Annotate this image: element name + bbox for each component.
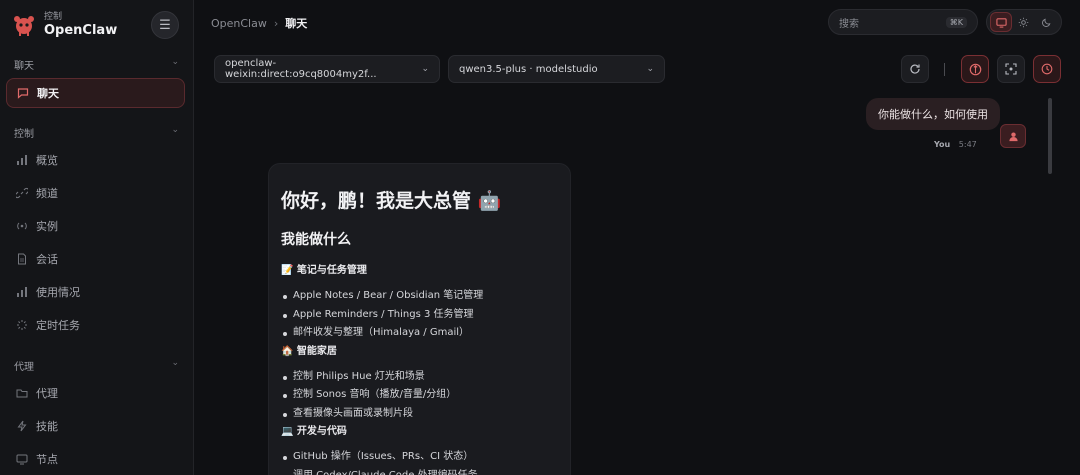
- sidebar-item-instances[interactable]: 实例: [6, 211, 185, 241]
- user-message-bubble: 你能做什么，如何使用: [866, 98, 1000, 130]
- sidebar-section-chat[interactable]: 聊天 ⌄: [14, 57, 179, 72]
- search-shortcut: ⌘K: [945, 16, 967, 28]
- link-icon: [16, 187, 28, 199]
- loader-icon: [16, 319, 28, 331]
- list-item: 调用 Codex/Claude Code 处理编码任务: [281, 467, 558, 475]
- assistant-message-card: 你好，鹏！我是大总管 🤖 我能做什么 📝 笔记与任务管理 Apple Notes…: [268, 163, 571, 475]
- list-item: 邮件收发与整理（Himalaya / Gmail）: [281, 324, 558, 343]
- reply-group-heading: 🏠 智能家居: [281, 345, 337, 357]
- history-button[interactable]: [1033, 55, 1061, 83]
- reply-list: 控制 Philips Hue 灯光和场景 控制 Sonos 音响（播放/音量/分…: [281, 368, 558, 424]
- hamburger-icon: ☰: [159, 17, 171, 33]
- folder-icon: [16, 387, 28, 399]
- breadcrumb-root[interactable]: OpenClaw: [211, 17, 267, 30]
- list-item: GitHub 操作（Issues、PRs、CI 状态）: [281, 448, 558, 467]
- search-placeholder: 搜索: [839, 18, 859, 30]
- user-message-text: 你能做什么，如何使用: [878, 108, 988, 121]
- session-select-value: openclaw-weixin:direct:o9cq8004my2f...: [225, 58, 377, 80]
- list-item: 查看摄像头画面或录制片段: [281, 405, 558, 424]
- sidebar-item-chat[interactable]: 聊天: [6, 78, 185, 108]
- list-item: 控制 Sonos 音响（播放/音量/分组）: [281, 386, 558, 405]
- lightning-icon: [16, 420, 28, 432]
- sidebar-section-agents[interactable]: 代理 ⌄: [14, 358, 179, 373]
- chevron-down-icon: ⌄: [171, 358, 179, 368]
- reply-group-heading: 📝 笔记与任务管理: [281, 265, 367, 276]
- sun-icon: [1019, 17, 1029, 27]
- sidebar-section-control[interactable]: 控制 ⌄: [14, 125, 179, 140]
- clock-icon: [1041, 63, 1053, 75]
- list-item: Apple Reminders / Things 3 任务管理: [281, 306, 558, 325]
- focus-button[interactable]: [997, 55, 1025, 83]
- sidebar-item-sessions[interactable]: 会话: [6, 244, 185, 274]
- chevron-down-icon: ⌄: [171, 57, 179, 67]
- search-input[interactable]: 搜索 ⌘K: [828, 9, 978, 35]
- monitor-icon: [16, 453, 28, 465]
- list-item: Apple Notes / Bear / Obsidian 笔记管理: [281, 287, 558, 306]
- brand-name: OpenClaw: [44, 23, 118, 38]
- chevron-down-icon: ⌄: [421, 64, 429, 74]
- breadcrumb-separator: ›: [273, 16, 279, 30]
- sidebar: 控制 OpenClaw ☰ 聊天 ⌄ 聊天 控制 ⌄ 概览 频道 实例 会话 使…: [0, 0, 194, 475]
- model-select[interactable]: qwen3.5-plus · modelstudio ⌄: [448, 55, 665, 83]
- session-select[interactable]: openclaw-weixin:direct:o9cq8004my2f... ⌄: [214, 55, 440, 83]
- model-select-value: qwen3.5-plus · modelstudio: [459, 63, 598, 75]
- sidebar-item-channels[interactable]: 频道: [6, 178, 185, 208]
- chevron-down-icon: ⌄: [646, 64, 654, 74]
- brand-subtitle: 控制: [44, 12, 63, 22]
- sidebar-item-usage[interactable]: 使用情况: [6, 277, 185, 307]
- reply-subtitle: 我能做什么: [281, 232, 351, 248]
- monitor-icon: [996, 17, 1007, 28]
- user-icon: [1008, 131, 1018, 141]
- menu-toggle-button[interactable]: ☰: [151, 11, 179, 39]
- moon-icon: [1042, 18, 1051, 27]
- chevron-down-icon: ⌄: [171, 125, 179, 135]
- bar-chart-icon: [16, 154, 28, 166]
- theme-switcher: [986, 9, 1062, 35]
- list-item: 控制 Philips Hue 灯光和场景: [281, 368, 558, 387]
- reply-group-heading: 💻 开发与代码: [281, 426, 347, 437]
- user-message-time: 5:47: [958, 140, 977, 149]
- refresh-icon: [910, 64, 920, 74]
- document-icon: [16, 253, 28, 265]
- user-name: You: [934, 140, 951, 149]
- brand[interactable]: 控制 OpenClaw: [12, 12, 117, 38]
- toolbar-divider: [944, 63, 945, 76]
- theme-light-button[interactable]: [1013, 12, 1035, 32]
- reply-list: Apple Notes / Bear / Obsidian 笔记管理 Apple…: [281, 287, 558, 343]
- user-avatar: [1000, 124, 1026, 148]
- compass-button[interactable]: [961, 55, 989, 83]
- scan-icon: [1005, 63, 1017, 75]
- sidebar-item-agents[interactable]: 代理: [6, 378, 185, 408]
- bar-chart-icon: [16, 286, 28, 298]
- reply-list: GitHub 操作（Issues、PRs、CI 状态） 调用 Codex/Cla…: [281, 448, 558, 475]
- sidebar-item-skills[interactable]: 技能: [6, 411, 185, 441]
- refresh-button[interactable]: [901, 55, 929, 83]
- theme-dark-button[interactable]: [1036, 12, 1058, 32]
- theme-system-button[interactable]: [990, 12, 1013, 32]
- openclaw-logo-icon: [12, 13, 36, 37]
- chat-icon: [17, 87, 29, 99]
- broadcast-icon: [16, 220, 28, 232]
- reply-title: 你好，鹏！我是大总管 🤖: [281, 190, 502, 212]
- user-message-meta: You 5:47: [934, 140, 977, 149]
- sidebar-item-scheduled-tasks[interactable]: 定时任务: [6, 310, 185, 340]
- chat-scrollbar[interactable]: [1048, 98, 1052, 174]
- breadcrumb-current: 聊天: [285, 17, 308, 30]
- sidebar-item-overview[interactable]: 概览: [6, 145, 185, 175]
- sidebar-item-nodes[interactable]: 节点: [6, 444, 185, 474]
- breadcrumb: OpenClaw › 聊天: [211, 15, 307, 31]
- compass-icon: [969, 63, 981, 75]
